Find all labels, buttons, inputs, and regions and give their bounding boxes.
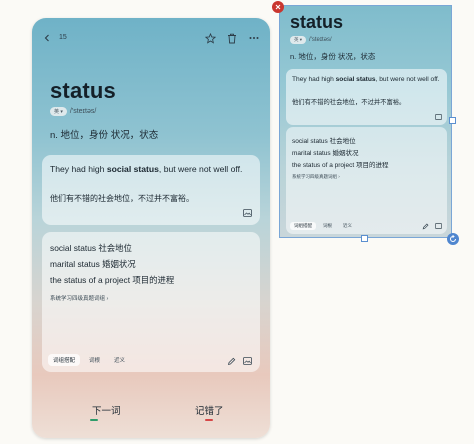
phrase-study-link[interactable]: 系统学习四级真题词组 ›	[50, 294, 108, 302]
resize-handle-bottom[interactable]	[361, 235, 368, 242]
trash-icon[interactable]	[226, 32, 238, 44]
example-translation: 他们有不错的社会地位，不过并不富裕。	[292, 99, 406, 106]
image-icon[interactable]	[242, 208, 252, 218]
edit-icon[interactable]	[421, 222, 429, 230]
image-icon[interactable]	[434, 113, 442, 121]
definition: n. 地位，身份 状况，状态	[290, 52, 376, 61]
remembered-wrong-button[interactable]: 记错了	[195, 403, 224, 417]
wrong-indicator	[205, 419, 213, 421]
phrase-tabs: 词组搭配 词根 近义	[48, 354, 130, 366]
phrases-card: social status 社会地位 marital status 婚姻状况 t…	[42, 232, 260, 372]
pronunciation[interactable]: 英 ▾ /'steɪtəs/	[50, 107, 96, 116]
phrase-item: marital status 婚姻状况	[50, 259, 136, 269]
example-card: They had high social status, but were no…	[42, 155, 260, 225]
word-count: 15	[59, 34, 67, 41]
word-card-screen: 15 status 英 ▾ /'steɪtəs/ n. 地位，身份 状况，状态 …	[32, 18, 270, 438]
example-translation: 他们有不错的社会地位，不过并不富裕。	[50, 194, 194, 203]
accent-badge[interactable]: 英 ▾	[50, 107, 67, 116]
tab-synonyms[interactable]: 近义	[109, 354, 130, 366]
phrases-card: social status 社会地位 marital status 婚姻状况 t…	[286, 127, 447, 234]
phrase-study-link[interactable]: 系统学习四级真题词组 ›	[292, 174, 340, 180]
next-word-button[interactable]: 下一词	[92, 403, 121, 417]
pronunciation[interactable]: 英 ▾ /'steɪtəs/	[290, 36, 332, 44]
preview-panel[interactable]: status 英 ▾ /'steɪtəs/ n. 地位，身份 状况，状态 The…	[279, 5, 452, 238]
top-bar: 15	[32, 18, 270, 56]
phrase-item: the status of a project 项目的进程	[50, 275, 175, 285]
more-icon[interactable]	[248, 32, 260, 44]
phrase-item: the status of a project 项目的进程	[292, 162, 389, 169]
close-icon[interactable]	[272, 1, 284, 13]
tab-phrases[interactable]: 词组搭配	[290, 222, 316, 230]
phrase-tabs: 词组搭配 词根 近义	[290, 222, 356, 230]
edit-icon[interactable]	[226, 356, 236, 366]
tab-phrases[interactable]: 词组搭配	[48, 354, 81, 366]
rotate-icon[interactable]	[447, 233, 459, 245]
headword: status	[290, 12, 344, 32]
back-icon[interactable]	[42, 33, 52, 43]
phrase-item: marital status 婚姻状况	[292, 150, 359, 157]
phrase-item: social status 社会地位	[292, 138, 356, 145]
phonetic-text: /'steɪtəs/	[69, 108, 97, 115]
resize-handle-right[interactable]	[449, 117, 456, 124]
example-sentence: They had high social status, but were no…	[50, 164, 243, 174]
tab-roots[interactable]: 词根	[84, 354, 105, 366]
definition: n. 地位，身份 状况，状态	[50, 130, 159, 141]
image-icon[interactable]	[434, 222, 442, 230]
phrase-item: social status 社会地位	[50, 243, 132, 253]
phonetic-text: /'steɪtəs/	[309, 37, 332, 43]
accent-badge[interactable]: 英 ▾	[290, 36, 307, 44]
tab-synonyms[interactable]: 近义	[339, 222, 356, 230]
headword: status	[50, 78, 116, 103]
tab-roots[interactable]: 词根	[319, 222, 336, 230]
example-card: They had high social status, but were no…	[286, 69, 447, 125]
star-icon[interactable]	[204, 32, 216, 44]
example-sentence: They had high social status, but were no…	[292, 76, 440, 83]
next-indicator	[90, 419, 98, 421]
image-icon[interactable]	[242, 356, 252, 366]
